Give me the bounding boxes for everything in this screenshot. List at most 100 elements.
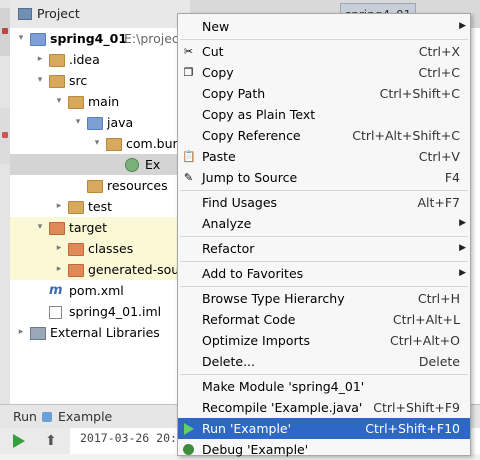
menu-item[interactable]: Find Usages Alt+F7: [178, 192, 470, 213]
chevron-down-icon[interactable]: ▾: [92, 133, 102, 154]
menu-item-shortcut: Delete: [418, 354, 460, 369]
menu-item-label: Run 'Example': [202, 421, 292, 436]
menu-item-label: Optimize Imports: [202, 333, 311, 348]
tree-item-label: External Libraries: [50, 325, 160, 340]
menu-item-shortcut: Ctrl+Shift+F10: [365, 421, 460, 436]
menu-item[interactable]: 📋 Paste Ctrl+V: [178, 146, 470, 167]
tree-item[interactable]: ▾ com.bur: [10, 133, 178, 154]
structure-tool-tab[interactable]: [0, 108, 10, 164]
tree-item[interactable]: m pom.xml: [10, 280, 178, 301]
menu-item-label: Copy: [202, 65, 234, 80]
arrow-up-icon[interactable]: ⬆: [45, 433, 57, 449]
tree-item[interactable]: ▸ External Libraries: [10, 322, 178, 343]
chevron-right-icon[interactable]: ▸: [54, 196, 64, 217]
menu-item[interactable]: Debug 'Example': [178, 439, 470, 460]
chevron-down-icon[interactable]: ▾: [54, 91, 64, 112]
chevron-right-icon[interactable]: ▸: [54, 238, 64, 259]
run-timestamp: 2017-03-26 20:40: [80, 431, 191, 445]
tree-item-label: main: [88, 94, 120, 109]
menu-item-shortcut: Ctrl+H: [417, 291, 460, 306]
menu-item-label: Cut: [202, 44, 224, 59]
project-panel-header: Project: [10, 0, 190, 29]
tree-item-label: spring4_01.iml: [69, 304, 162, 319]
menu-item-label: Refactor: [202, 241, 255, 256]
menu-item[interactable]: ✂ Cut Ctrl+X: [178, 41, 470, 62]
tree-item[interactable]: ▸ classes: [10, 238, 178, 259]
tree-item[interactable]: Ex: [10, 154, 178, 175]
project-panel-title[interactable]: Project: [37, 6, 80, 21]
menu-item[interactable]: Browse Type Hierarchy Ctrl+H: [178, 288, 470, 309]
folder-icon: [30, 33, 46, 46]
menu-item[interactable]: Copy Path Ctrl+Shift+C: [178, 83, 470, 104]
menu-item[interactable]: Add to Favorites ▶: [178, 263, 470, 284]
menu-item-label: Reformat Code: [202, 312, 296, 327]
menu-item[interactable]: ❐ Copy Ctrl+C: [178, 62, 470, 83]
menu-item-shortcut: Ctrl+Alt+O: [390, 333, 460, 348]
tree-item[interactable]: ▸ .idea: [10, 49, 178, 70]
tree-item[interactable]: ▾ src: [10, 70, 178, 91]
project-tool-tab[interactable]: [0, 8, 10, 56]
tree-item-label: Ex: [145, 157, 161, 172]
run-config-icon: [42, 412, 52, 422]
tree-item-label: target: [69, 220, 108, 235]
folder-icon: [68, 96, 84, 109]
folder-icon: [68, 264, 84, 277]
tree-item[interactable]: ▾ target: [10, 217, 178, 238]
chevron-down-icon[interactable]: ▾: [35, 217, 45, 238]
chevron-down-icon[interactable]: ▾: [16, 28, 26, 49]
menu-item[interactable]: Reformat Code Ctrl+Alt+L: [178, 309, 470, 330]
menu-item-label: Make Module 'spring4_01': [202, 379, 365, 394]
tree-item[interactable]: ▸ generated-sour: [10, 259, 184, 280]
context-menu: New ▶ ✂ Cut Ctrl+X ❐ Copy Ctrl+C Copy Path Ctrl+S…: [177, 13, 471, 457]
chevron-right-icon[interactable]: ▸: [35, 49, 45, 70]
tree-item[interactable]: resources: [10, 175, 178, 196]
menu-item-shortcut: Ctrl+V: [418, 149, 460, 164]
menu-item[interactable]: New ▶: [178, 16, 470, 37]
submenu-arrow-icon: ▶: [459, 21, 466, 31]
menu-separator: [180, 261, 468, 262]
tree-item[interactable]: ▾ spring4_01 E:\project: [10, 28, 184, 49]
menu-item-shortcut: Ctrl+Shift+F9: [373, 400, 460, 415]
submenu-arrow-icon: ▶: [459, 243, 466, 253]
menu-item[interactable]: Copy as Plain Text: [178, 104, 470, 125]
menu-item[interactable]: ✎ Jump to Source F4: [178, 167, 470, 188]
chevron-right-icon[interactable]: ▸: [16, 322, 26, 343]
scissors-icon: ✂: [183, 45, 194, 58]
menu-item-label: New: [202, 19, 230, 34]
tree-item-label: spring4_01: [50, 31, 128, 46]
menu-item-label: Recompile 'Example.java': [202, 400, 363, 415]
rerun-icon[interactable]: [13, 434, 25, 448]
class-icon: [125, 158, 139, 172]
folder-icon: [87, 117, 103, 130]
menu-item-shortcut: Ctrl+Shift+C: [379, 86, 460, 101]
tree-item[interactable]: ▸ test: [10, 196, 178, 217]
package-icon: [106, 138, 122, 151]
menu-item[interactable]: Make Module 'spring4_01': [178, 376, 470, 397]
menu-item[interactable]: Analyze ▶: [178, 213, 470, 234]
structure-tool-icon: [2, 132, 8, 138]
menu-separator: [180, 190, 468, 191]
chevron-right-icon[interactable]: ▸: [54, 259, 64, 280]
menu-item-shortcut: Ctrl+Alt+Shift+C: [352, 128, 460, 143]
tree-item[interactable]: ▾ main: [10, 91, 178, 112]
menu-separator: [180, 286, 468, 287]
menu-item[interactable]: Optimize Imports Ctrl+Alt+O: [178, 330, 470, 351]
menu-item[interactable]: Recompile 'Example.java' Ctrl+Shift+F9: [178, 397, 470, 418]
menu-item[interactable]: Refactor ▶: [178, 238, 470, 259]
tree-item[interactable]: ▾ java: [10, 112, 178, 133]
folder-icon: [68, 243, 84, 256]
tree-item[interactable]: spring4_01.iml: [10, 301, 178, 322]
menu-item[interactable]: Copy Reference Ctrl+Alt+Shift+C: [178, 125, 470, 146]
menu-item[interactable]: Run 'Example' Ctrl+Shift+F10: [178, 418, 470, 439]
file-icon: [49, 306, 62, 319]
run-config-name[interactable]: Example: [58, 409, 112, 424]
menu-item-label: Debug 'Example': [202, 442, 309, 457]
resources-folder-icon: [87, 180, 103, 193]
folder-icon: [49, 54, 65, 67]
tree-item-label: test: [88, 199, 113, 214]
chevron-down-icon[interactable]: ▾: [73, 112, 83, 133]
run-toolbar: ⬆: [0, 428, 70, 454]
menu-item[interactable]: Delete... Delete: [178, 351, 470, 372]
run-panel-label[interactable]: Run: [13, 409, 37, 424]
chevron-down-icon[interactable]: ▾: [35, 70, 45, 91]
